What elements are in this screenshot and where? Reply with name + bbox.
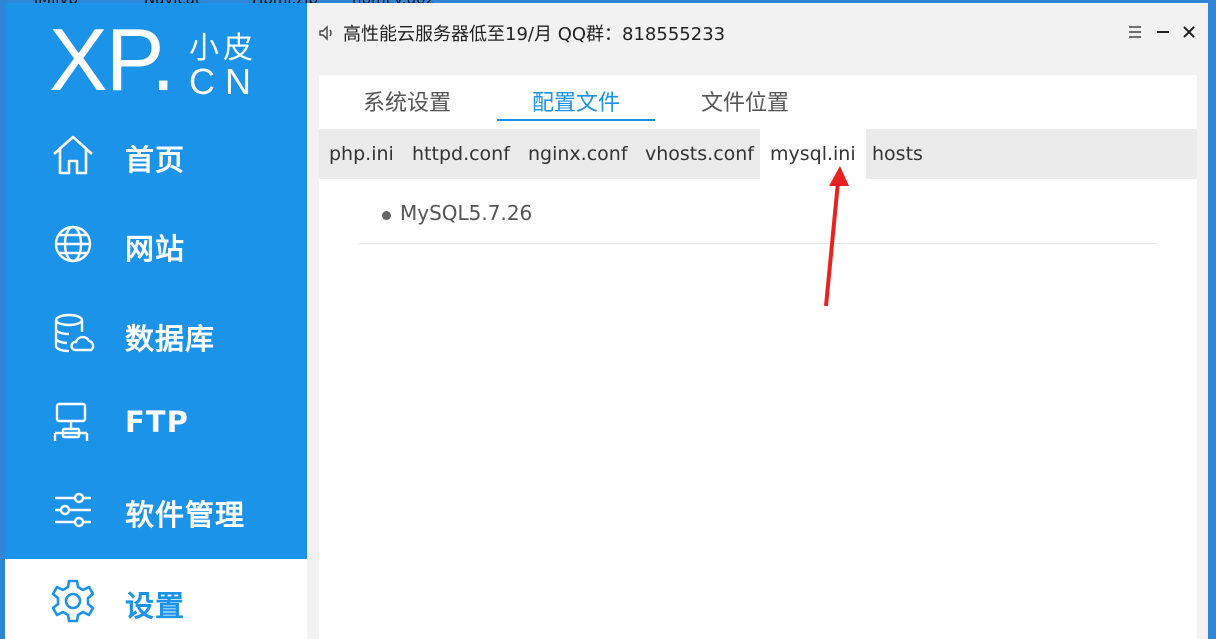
sidebar-item-database[interactable]: 数据库 <box>5 292 307 378</box>
database-icon <box>49 310 97 358</box>
settings-panel: 系统设置 配置文件 文件位置 php.ini httpd.conf nginx.… <box>319 75 1197 639</box>
logo-cn: CN <box>189 61 261 102</box>
subtab-mysql-ini[interactable]: mysql.ini <box>760 129 866 179</box>
sidebar-item-label: 数据库 <box>125 322 216 356</box>
subtab-php-ini[interactable]: php.ini <box>319 129 404 179</box>
sidebar-item-website[interactable]: 网站 <box>5 202 307 288</box>
subtab-nginx-conf[interactable]: nginx.conf <box>518 129 638 179</box>
sidebar-item-label: 软件管理 <box>125 498 246 532</box>
logo: XP. 小皮 CN <box>49 10 269 109</box>
ftp-server-icon <box>49 399 97 447</box>
gear-icon <box>49 577 97 625</box>
app-window: XP. 小皮 CN 首页 网站 数据库 FTP 软件管理 设置 高性能云服务器低… <box>5 3 1208 639</box>
tab-system-settings[interactable]: 系统设置 <box>345 85 469 119</box>
close-icon[interactable] <box>1178 21 1200 43</box>
minimize-icon[interactable] <box>1152 21 1174 43</box>
tab-file-location[interactable]: 文件位置 <box>683 85 807 119</box>
sliders-icon <box>49 486 97 534</box>
sidebar-item-label: 网站 <box>125 232 186 266</box>
subtab-hosts[interactable]: hosts <box>862 129 933 179</box>
menu-icon[interactable] <box>1124 21 1146 43</box>
mysql-version-label: MySQL5.7.26 <box>400 201 533 225</box>
title-bar: 高性能云服务器低至19/月 QQ群：818555233 <box>307 3 1208 63</box>
subtab-httpd-conf[interactable]: httpd.conf <box>402 129 520 179</box>
main-window: 高性能云服务器低至19/月 QQ群：818555233 系统设置 配置文件 文件… <box>307 3 1208 639</box>
sidebar-item-ftp[interactable]: FTP <box>5 381 307 467</box>
sidebar-item-label: 设置 <box>125 589 186 623</box>
title-announcement[interactable]: 高性能云服务器低至19/月 QQ群：818555233 <box>343 20 725 46</box>
sidebar-item-label: FTP <box>125 405 189 439</box>
list-item[interactable]: MySQL5.7.26 <box>359 197 1157 244</box>
sidebar-item-software[interactable]: 软件管理 <box>5 468 307 554</box>
subtab-vhosts-conf[interactable]: vhosts.conf <box>635 129 764 179</box>
tab-bar: 系统设置 配置文件 文件位置 <box>319 75 1197 129</box>
sidebar-item-settings[interactable]: 设置 <box>5 559 307 639</box>
globe-icon <box>49 220 97 268</box>
sidebar-item-home[interactable]: 首页 <box>5 113 307 199</box>
speaker-icon <box>317 23 337 43</box>
home-icon <box>49 131 97 179</box>
sidebar: XP. 小皮 CN 首页 网站 数据库 FTP 软件管理 设置 <box>5 3 307 639</box>
bullet-icon <box>382 211 391 220</box>
tab-config-files[interactable]: 配置文件 <box>497 85 655 121</box>
logo-main: XP. <box>49 10 175 109</box>
sidebar-item-label: 首页 <box>125 143 186 177</box>
config-file-tabs: php.ini httpd.conf nginx.conf vhosts.con… <box>319 129 1197 179</box>
